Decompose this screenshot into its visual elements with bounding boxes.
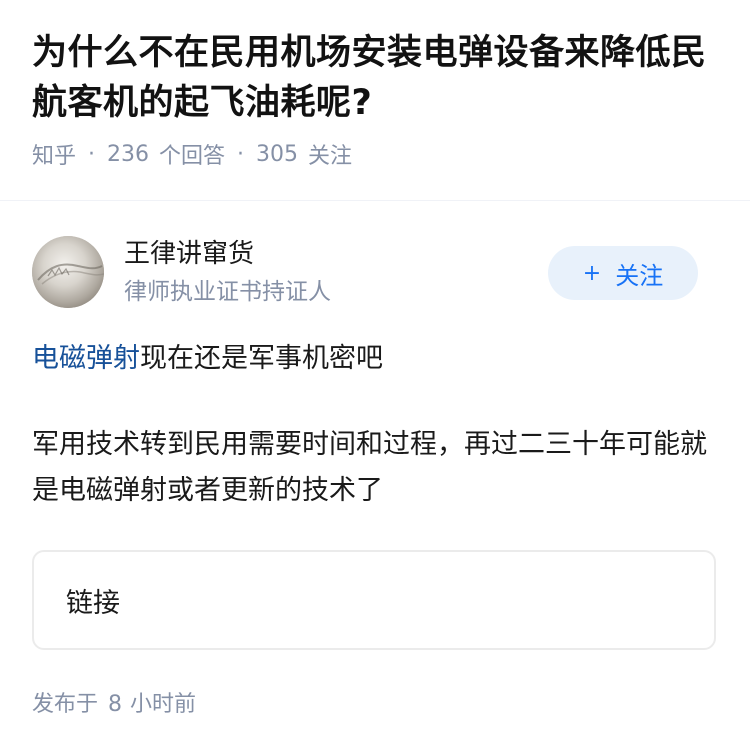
plus-icon: + xyxy=(582,260,602,286)
posted-prefix: 发布于 xyxy=(32,692,99,717)
answers-count: 236 xyxy=(107,141,150,167)
follow-button-label: 关注 xyxy=(615,261,664,290)
posted-time: 发布于 8 小时前 xyxy=(32,686,196,718)
follow-button[interactable]: + 关注 xyxy=(548,246,698,300)
link-card[interactable]: 链接 xyxy=(32,550,716,650)
source-label[interactable]: 知乎 xyxy=(32,138,76,170)
meta-separator: · xyxy=(237,141,245,167)
posted-suffix: 小时前 xyxy=(130,692,197,717)
followers-count: 305 xyxy=(256,141,299,167)
author-name[interactable]: 王律讲窜货 xyxy=(124,236,254,272)
author-row: 王律讲窜货 律师执业证书持证人 + 关注 xyxy=(32,236,698,308)
question-meta: 知乎 · 236 个回答 · 305 关注 xyxy=(32,138,718,170)
answer-text: 现在还是军事机密吧 xyxy=(140,343,383,374)
meta-separator: · xyxy=(88,141,96,167)
answer-content: 电磁弹射现在还是军事机密吧 军用技术转到民用需要时间和过程，再过二三十年可能就是… xyxy=(32,336,718,514)
section-divider xyxy=(0,200,750,201)
answer-paragraph: 军用技术转到民用需要时间和过程，再过二三十年可能就是电磁弹射或者更新的技术了 xyxy=(32,429,707,506)
followers-label: 关注 xyxy=(308,144,353,169)
answer-paragraph: 电磁弹射现在还是军事机密吧 xyxy=(32,336,718,382)
avatar[interactable] xyxy=(32,236,104,308)
link-card-label: 链接 xyxy=(66,587,120,619)
question-title[interactable]: 为什么不在民用机场安装电弹设备来降低民航客机的起飞油耗呢? xyxy=(32,28,718,128)
posted-number: 8 xyxy=(108,692,123,717)
answers-label[interactable]: 个回答 xyxy=(159,138,225,170)
question-header: 为什么不在民用机场安装电弹设备来降低民航客机的起飞油耗呢? 知乎 · 236 个… xyxy=(0,0,750,170)
avatar-image-icon xyxy=(32,236,104,308)
author-bio: 律师执业证书持证人 xyxy=(124,279,331,305)
electromagnetic-catapult-link[interactable]: 电磁弹射 xyxy=(32,343,140,374)
